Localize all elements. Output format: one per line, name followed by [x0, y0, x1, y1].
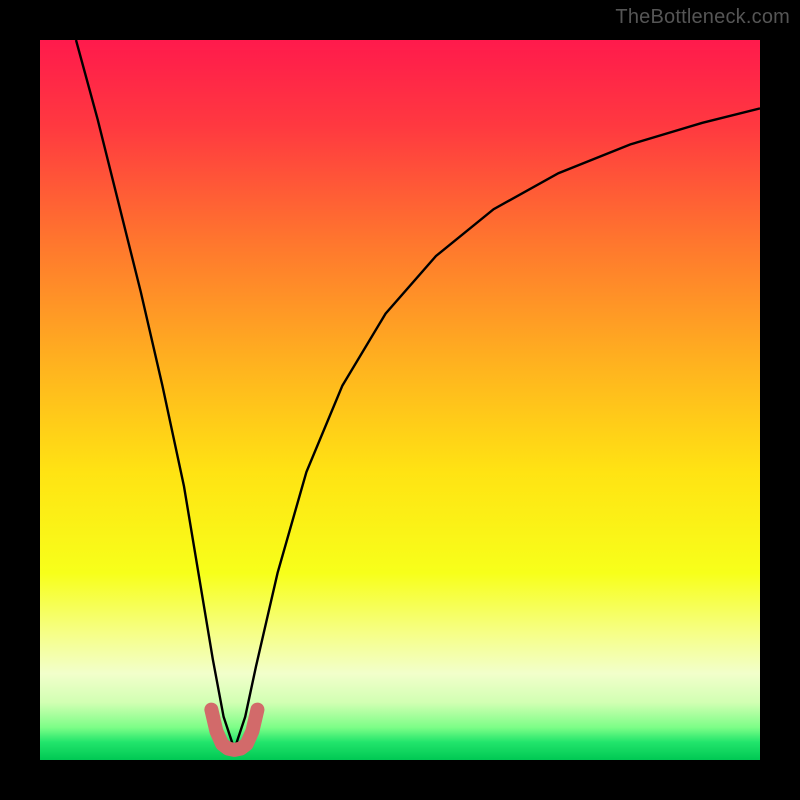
- watermark-text: TheBottleneck.com: [615, 6, 790, 29]
- plot-area: [40, 40, 760, 760]
- chart-frame: TheBottleneck.com: [0, 0, 800, 800]
- bottleneck-curve-svg: [40, 40, 760, 760]
- bottleneck-curve: [76, 40, 760, 749]
- optimal-zone-marker: [211, 710, 257, 750]
